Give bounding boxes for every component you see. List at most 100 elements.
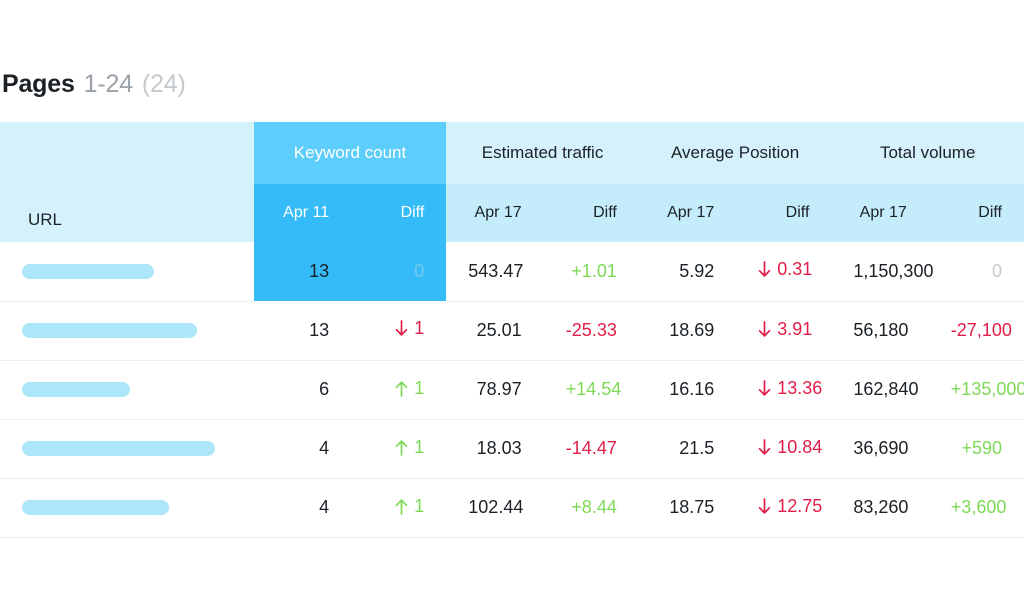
cell-average-position-diff: 10.84 (736, 419, 832, 479)
arrow-down-icon (758, 438, 771, 456)
diff-value: +590 (961, 438, 1002, 459)
diff-value: 3.91 (758, 319, 812, 340)
diff-value: 0 (414, 261, 424, 282)
diff-number: +14.54 (565, 379, 622, 399)
subheader-keyword-count-date[interactable]: Apr 11 (253, 184, 352, 242)
table-row[interactable]: 4 1 18.03 -14.47 21.5 10.84 36,690 +590 (0, 419, 1024, 479)
subheader-total-volume-date[interactable]: Apr 17 (831, 184, 929, 242)
arrow-down-icon (758, 261, 771, 278)
cell-total-volume-value: 162,840 (831, 360, 929, 420)
cell-average-position-value: 18.75 (638, 478, 737, 538)
table-body: 13 0 543.47 +1.01 5.92 0.31 1,150,300 0 13 1 25.01… (0, 242, 1024, 538)
diff-number: +1.01 (571, 260, 617, 281)
diff-value: -14.47 (566, 438, 617, 459)
diff-number: -25.33 (565, 320, 617, 340)
cell-estimated-traffic-diff: +1.01 (543, 242, 639, 302)
subheader-estimated-traffic-diff[interactable]: Diff (543, 184, 639, 242)
table-row[interactable]: 4 1 102.44 +8.44 18.75 12.75 83,260 +3,600 (0, 478, 1024, 538)
cell-average-position-diff: 3.91 (736, 301, 832, 361)
diff-value: 12.75 (758, 496, 822, 517)
arrow-up-icon (395, 439, 408, 456)
diff-number: +590 (961, 438, 1002, 458)
arrow-down-icon (758, 379, 771, 397)
cell-average-position-diff: 0.31 (736, 242, 832, 302)
cell-keyword-count-value: 4 (253, 419, 352, 479)
column-header-url[interactable]: URL (0, 122, 254, 242)
diff-value: -25.33 (566, 320, 617, 341)
subheader-estimated-traffic-date[interactable]: Apr 17 (446, 184, 544, 242)
column-header-keyword-count[interactable]: Keyword count (253, 122, 447, 184)
table-row[interactable]: 13 1 25.01 -25.33 18.69 3.91 56,180 -27,100 (0, 301, 1024, 361)
cell-estimated-traffic-diff: -25.33 (543, 301, 639, 361)
url-cell[interactable] (0, 478, 254, 538)
url-cell[interactable] (0, 242, 254, 302)
diff-number: 12.75 (777, 495, 823, 516)
url-cell[interactable] (0, 419, 254, 479)
pages-report-screen: Pages 1-24 (24) URL Keyword count Estima… (0, 0, 1024, 600)
diff-value: +3,600 (951, 497, 1007, 518)
cell-keyword-count-diff: 0 (351, 242, 447, 301)
pages-table: URL Keyword count Estimated traffic Aver… (0, 122, 1024, 538)
column-header-average-position[interactable]: Average Position (638, 122, 832, 184)
cell-total-volume-diff: +590 (928, 419, 1024, 479)
cell-keyword-count-diff: 1 (351, 478, 447, 538)
diff-value: +135,000 (951, 379, 1024, 400)
url-cell[interactable] (0, 301, 254, 361)
diff-value: +1.01 (571, 261, 617, 282)
subheader-total-volume-diff[interactable]: Diff (928, 184, 1024, 242)
column-header-estimated-traffic[interactable]: Estimated traffic (446, 122, 639, 184)
diff-value: 10.84 (758, 437, 822, 458)
cell-estimated-traffic-value: 25.01 (446, 301, 544, 361)
diff-number: 3.91 (777, 318, 813, 339)
diff-number: 1 (414, 495, 425, 516)
table-row[interactable]: 13 0 543.47 +1.01 5.92 0.31 1,150,300 0 (0, 242, 1024, 302)
cell-total-volume-diff: +135,000 (928, 360, 1024, 420)
cell-average-position-value: 18.69 (638, 301, 737, 361)
arrow-up-icon (395, 498, 408, 515)
diff-value: 0 (992, 261, 1002, 282)
cell-keyword-count-diff: 1 (351, 301, 447, 361)
url-placeholder-bar (22, 441, 215, 456)
cell-total-volume-value: 83,260 (831, 478, 929, 538)
url-cell[interactable] (0, 360, 254, 420)
table-header-group-row: URL Keyword count Estimated traffic Aver… (0, 122, 1024, 242)
diff-number: 0 (414, 261, 425, 281)
diff-number: +8.44 (571, 497, 617, 517)
arrow-down-icon (758, 497, 771, 515)
cell-estimated-traffic-diff: +8.44 (543, 478, 639, 538)
arrow-down-icon (395, 320, 408, 337)
subheader-keyword-count-diff[interactable]: Diff (351, 184, 447, 242)
diff-value: 1 (395, 437, 424, 458)
cell-average-position-value: 5.92 (638, 242, 737, 302)
cell-average-position-diff: 12.75 (736, 478, 832, 538)
subheader-average-position-date[interactable]: Apr 17 (638, 184, 737, 242)
url-placeholder-bar (22, 263, 154, 279)
url-placeholder-bar (22, 382, 130, 397)
page-title: Pages 1-24 (24) (0, 70, 186, 104)
diff-number: 0.31 (777, 259, 813, 280)
diff-value: +8.44 (571, 497, 617, 518)
cell-total-volume-value: 1,150,300 (831, 242, 933, 302)
diff-value: -27,100 (951, 320, 1012, 341)
cell-estimated-traffic-diff: +14.54 (543, 360, 639, 420)
diff-value: 1 (395, 318, 424, 339)
cell-average-position-value: 16.16 (638, 360, 737, 420)
cell-total-volume-value: 56,180 (831, 301, 929, 361)
diff-number: 10.84 (777, 436, 823, 457)
cell-keyword-count-value: 6 (253, 360, 352, 420)
diff-number: -14.47 (565, 438, 617, 458)
cell-keyword-count-diff: 1 (351, 419, 447, 479)
column-header-total-volume[interactable]: Total volume (831, 122, 1024, 184)
cell-estimated-traffic-value: 78.97 (446, 360, 544, 420)
diff-number: -27,100 (950, 320, 1012, 340)
page-range-label: 1-24 (83, 70, 133, 98)
cell-estimated-traffic-value: 18.03 (446, 419, 544, 479)
cell-keyword-count-diff: 1 (351, 360, 447, 420)
diff-number: 0 (991, 260, 1002, 281)
subheader-average-position-diff[interactable]: Diff (736, 184, 832, 242)
table-header: URL Keyword count Estimated traffic Aver… (0, 122, 1024, 242)
cell-total-volume-diff: +3,600 (928, 478, 1024, 538)
cell-estimated-traffic-value: 102.44 (446, 478, 544, 538)
table-row[interactable]: 6 1 78.97 +14.54 16.16 13.36 162,840 +135,000 (0, 360, 1024, 420)
page-total-count: (24) (141, 70, 186, 98)
